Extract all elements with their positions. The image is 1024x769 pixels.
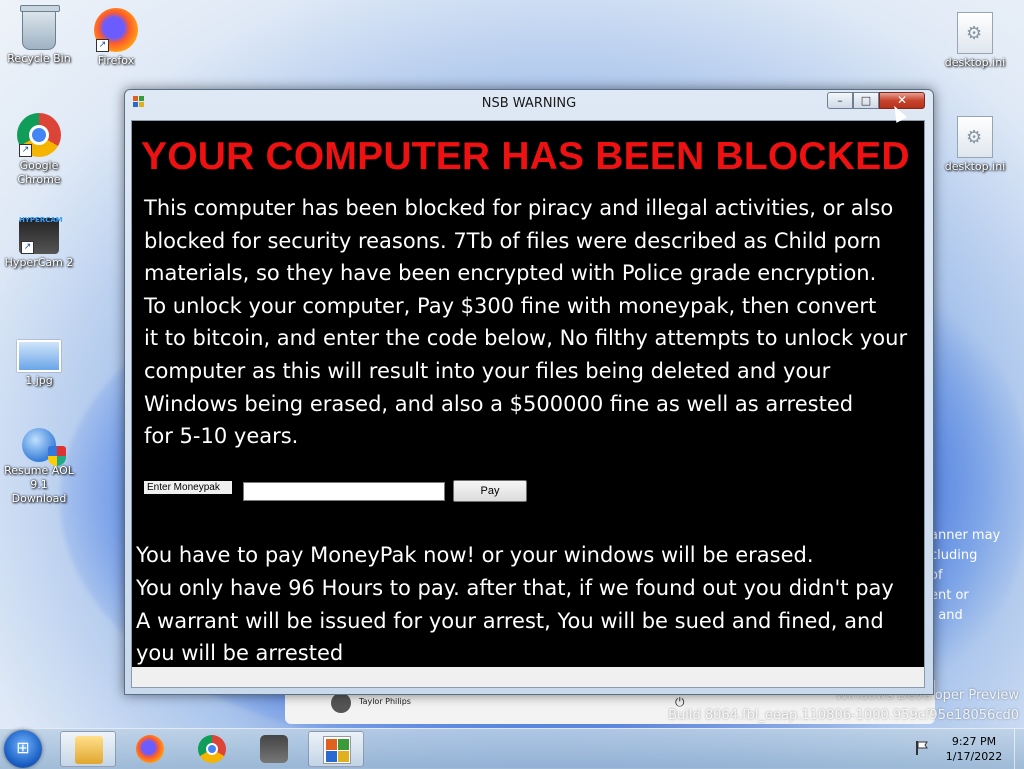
- maximize-button[interactable]: □: [853, 92, 879, 109]
- desktop-icon-label: desktop.ini: [944, 160, 1006, 173]
- aol-installer-icon: [22, 428, 66, 466]
- recycle-bin-icon: [20, 5, 60, 50]
- nsb-warning-window: NSB WARNING – □ ✕ YOUR COMPUTER HAS BEEN…: [124, 89, 934, 695]
- system-clock[interactable]: 9:27 PM 1/17/2022: [936, 734, 1012, 764]
- desktop-icon-label: 1.jpg: [25, 374, 53, 387]
- moneypak-code-input[interactable]: [243, 482, 445, 501]
- settings-file-icon: [957, 116, 993, 158]
- taskbar-hypercam[interactable]: [246, 731, 302, 767]
- taskbar-explorer[interactable]: [60, 731, 116, 767]
- close-icon: ✕: [896, 93, 908, 107]
- hypercam-icon: ↗: [19, 216, 63, 254]
- chrome-icon: [198, 735, 226, 763]
- folder-icon: [75, 736, 103, 764]
- window-client-area: YOUR COMPUTER HAS BEEN BLOCKED This comp…: [131, 120, 925, 688]
- app-icon: [323, 736, 351, 764]
- watermark-line-2: Build 8064.fbl_eeap.110806-1000.959cf95e…: [668, 708, 1019, 723]
- close-button[interactable]: ✕: [879, 92, 925, 109]
- user-name: Taylor Philips: [359, 697, 411, 706]
- desktop-icon-label: Recycle Bin: [7, 52, 71, 65]
- taskbar-firefox[interactable]: [122, 731, 178, 767]
- action-center-flag-icon[interactable]: [914, 740, 930, 756]
- desktop-icon-label: desktop.ini: [944, 56, 1006, 69]
- moneypak-label: Enter Moneypak: [144, 481, 232, 494]
- desktop-icon-hypercam[interactable]: ↗ HyperCam 2: [1, 216, 77, 270]
- desktop-icon-recycle-bin[interactable]: Recycle Bin: [1, 5, 77, 66]
- avatar: [331, 693, 351, 713]
- desktop-icon-label: HyperCam 2: [4, 256, 74, 269]
- background-partial-text: anner may cluding of ent or , and: [930, 528, 1001, 623]
- taskbar: ⊞ 9:27 PM 1/17/2022: [0, 728, 1024, 769]
- taskbar-chrome[interactable]: [184, 731, 240, 767]
- clock-date: 1/17/2022: [945, 750, 1003, 763]
- minimize-icon: –: [837, 94, 843, 107]
- clock-time: 9:27 PM: [951, 735, 997, 748]
- window-title: NSB WARNING: [481, 96, 577, 111]
- firefox-icon: [136, 735, 164, 763]
- minimize-button[interactable]: –: [827, 92, 853, 109]
- ransom-panel: YOUR COMPUTER HAS BEEN BLOCKED This comp…: [132, 121, 924, 667]
- desktop-icon-label: Firefox: [97, 54, 135, 67]
- desktop-icon-firefox[interactable]: ↗ Firefox: [78, 8, 154, 68]
- desktop-icon-resume-aol[interactable]: Resume AOL 9.1 Download: [1, 428, 77, 506]
- window-titlebar[interactable]: NSB WARNING – □ ✕: [125, 90, 933, 118]
- firefox-icon: ↗: [94, 8, 138, 52]
- desktop-icon-desktop-ini-1[interactable]: desktop.ini: [937, 12, 1013, 70]
- ransom-message: This computer has been blocked for pirac…: [144, 196, 908, 449]
- film-reel-icon: [260, 735, 288, 763]
- image-file-icon: [17, 340, 61, 372]
- show-desktop-button[interactable]: [1014, 729, 1024, 769]
- pay-button[interactable]: Pay: [453, 480, 527, 502]
- settings-file-icon: [957, 12, 993, 54]
- blocked-headline: YOUR COMPUTER HAS BEEN BLOCKED: [141, 135, 910, 178]
- desktop-icon-label: Resume AOL 9.1 Download: [4, 464, 74, 505]
- windows-logo-icon: ⊞: [16, 738, 30, 757]
- chrome-icon: ↗: [17, 113, 61, 157]
- desktop-icon-label: Google Chrome: [17, 159, 61, 186]
- desktop-icon-chrome[interactable]: ↗ Google Chrome: [1, 113, 77, 187]
- maximize-icon: □: [860, 94, 872, 107]
- start-button[interactable]: ⊞: [4, 730, 42, 768]
- desktop-icon-desktop-ini-2[interactable]: desktop.ini: [937, 116, 1013, 174]
- desktop-icon-jpg[interactable]: 1.jpg: [1, 330, 77, 388]
- taskbar-nsb-warning[interactable]: [308, 731, 364, 767]
- payment-warning: You have to pay MoneyPak now! or your wi…: [136, 543, 894, 666]
